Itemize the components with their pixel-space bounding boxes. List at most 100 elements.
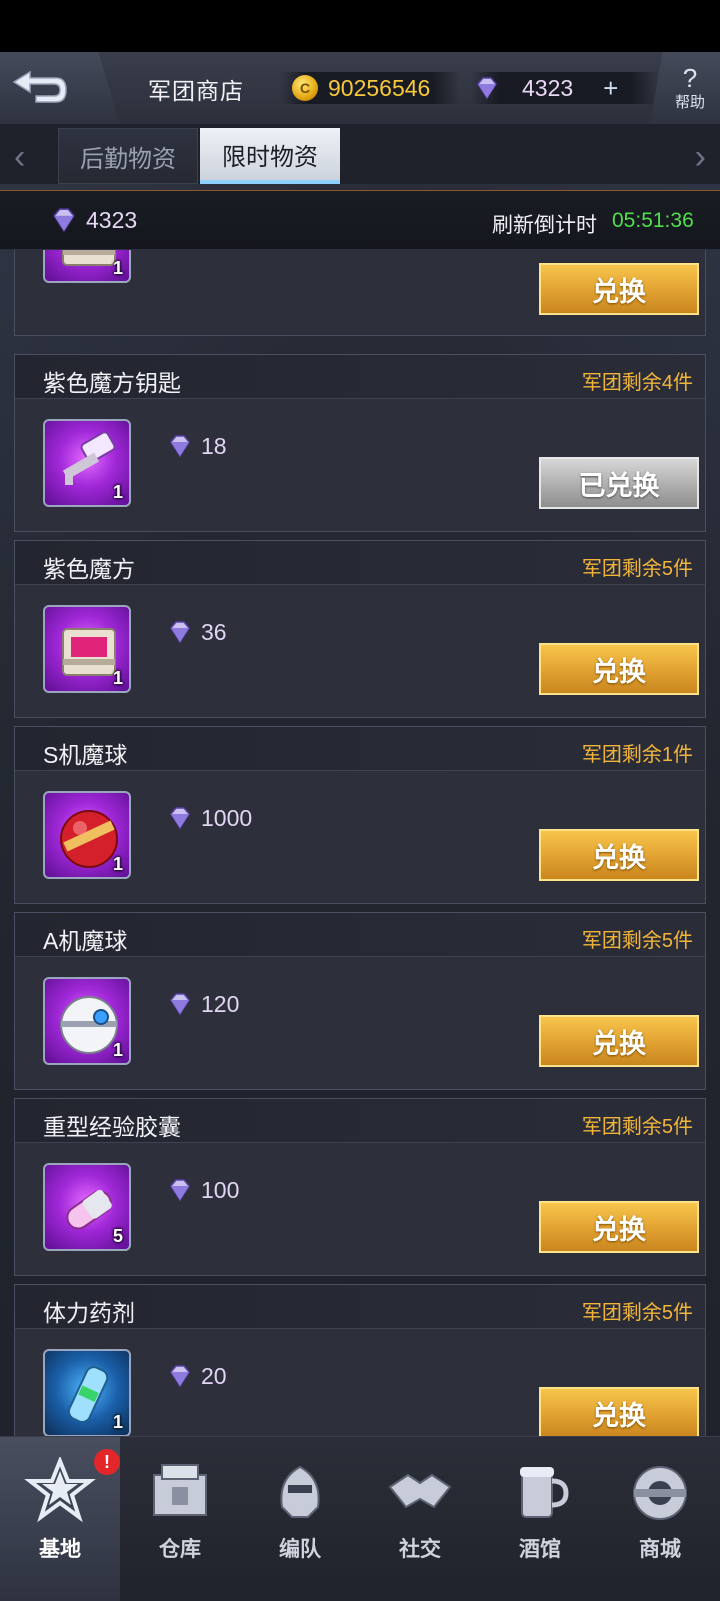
gem-amount: 4323	[522, 74, 574, 101]
redeem-button[interactable]: 兑换	[539, 643, 699, 695]
list-item: S机魔球 军团剩余1件 1 1000 兑换	[14, 726, 706, 904]
social-icon	[388, 1473, 452, 1509]
nav-label: 基地	[39, 1538, 81, 1561]
gem-counter: 4323 +	[470, 72, 660, 104]
redeemed-button[interactable]: 已兑换	[539, 457, 699, 509]
item-price: 1000	[201, 805, 253, 831]
item-price: 100	[201, 1177, 240, 1203]
page-title: 军团商店	[148, 78, 244, 104]
nav-label: 编队	[279, 1538, 321, 1561]
item-header: 紫色魔方钥匙 军团剩余4件	[15, 355, 705, 399]
redeem-button[interactable]: 兑换	[539, 829, 699, 881]
item-name: 体力药剂	[43, 1300, 135, 1326]
nav-warehouse[interactable]: 仓库	[120, 1437, 240, 1601]
item-price: 120	[201, 991, 240, 1017]
list-item: 重型经验胶囊 军团剩余5件 5 100 兑换	[14, 1098, 706, 1276]
guild-shop-screen: 军团商店 C 90256546 4323 + ? 帮助 ‹ 后勤物资 限时物资 …	[0, 52, 720, 1601]
item-stock: 军团剩余5件	[581, 1302, 693, 1324]
item-name: S机魔球	[43, 742, 128, 768]
item-quantity: 1	[112, 668, 123, 688]
refresh-label: 刷新倒计时	[492, 214, 597, 237]
list-item: A机魔球 军团剩余5件 1 120 兑换	[14, 912, 706, 1090]
tab-limited[interactable]: 限时物资	[200, 128, 340, 184]
help-icon: ?	[682, 62, 698, 93]
back-button[interactable]	[0, 52, 120, 124]
nav-social[interactable]: 社交	[360, 1437, 480, 1601]
add-gems-button[interactable]: +	[603, 73, 618, 104]
nav-label: 社交	[399, 1538, 441, 1561]
white-orb-icon: 1	[43, 977, 131, 1065]
refresh-countdown: 05:51:36	[612, 209, 694, 232]
purple-key-icon: 1	[43, 419, 131, 507]
top-header: 军团商店 C 90256546 4323 + ? 帮助	[0, 52, 720, 124]
list-item: 紫色魔方钥匙 军团剩余4件 1 18 已兑换	[14, 354, 706, 532]
redeem-button[interactable]: 兑换	[539, 263, 699, 315]
item-header: A机魔球 军团剩余5件	[15, 913, 705, 957]
nav-mall[interactable]: 商城	[600, 1437, 720, 1601]
base-icon	[24, 1457, 96, 1523]
nav-label: 仓库	[159, 1538, 201, 1561]
item-header: 体力药剂 军团剩余5件	[15, 1285, 705, 1329]
diamond-icon	[170, 621, 190, 644]
nav-base[interactable]: ! 基地	[0, 1437, 120, 1601]
purple-cube-icon: 1	[43, 250, 131, 283]
diamond-icon	[170, 807, 190, 830]
item-quantity: 1	[112, 1412, 123, 1432]
item-quantity: 5	[112, 1226, 123, 1246]
item-name: A机魔球	[43, 928, 128, 954]
item-stock: 军团剩余4件	[581, 372, 693, 394]
nav-tavern[interactable]: 酒馆	[480, 1437, 600, 1601]
redeem-button[interactable]: 兑换	[539, 1387, 699, 1436]
alert-badge: !	[94, 1449, 120, 1475]
item-list[interactable]: 1 36 兑换 紫色魔方钥匙 军团剩余4件 1 18 已兑换 紫色魔方 军团剩余…	[0, 250, 720, 1436]
item-stock: 军团剩余5件	[581, 558, 693, 580]
redeem-button[interactable]: 兑换	[539, 1015, 699, 1067]
item-name: 重型经验胶囊	[43, 1114, 181, 1140]
bottom-nav: ! 基地 仓库 编队 社交 酒馆 商城	[0, 1436, 720, 1601]
item-stock: 军团剩余5件	[581, 1116, 693, 1138]
item-price: 20	[201, 1363, 227, 1389]
redeem-button[interactable]: 兑换	[539, 1201, 699, 1253]
diamond-icon	[170, 1179, 190, 1202]
status-bar	[0, 0, 720, 52]
mall-icon	[633, 1466, 687, 1520]
tavern-icon	[520, 1467, 569, 1518]
nav-label: 商城	[639, 1538, 681, 1561]
item-stock: 军团剩余5件	[581, 930, 693, 952]
item-quantity: 1	[112, 1040, 123, 1060]
help-label: 帮助	[674, 93, 705, 111]
item-quantity: 1	[112, 482, 123, 502]
gold-coin-icon: C	[292, 75, 318, 101]
gold-counter: C 90256546	[280, 72, 460, 104]
list-item: 1 36 兑换	[14, 250, 706, 336]
diamond-icon	[477, 77, 497, 100]
list-item: 体力药剂 军团剩余5件 1 20 兑换	[14, 1284, 706, 1436]
guild-gem-balance: 4323	[86, 207, 138, 233]
item-quantity: 1	[112, 854, 123, 874]
tab-next-arrow-icon[interactable]: ›	[695, 138, 706, 177]
nav-label: 酒馆	[519, 1538, 561, 1561]
item-header: 紫色魔方 军团剩余5件	[15, 541, 705, 585]
item-header: S机魔球 军团剩余1件	[15, 727, 705, 771]
diamond-icon	[170, 993, 190, 1016]
diamond-icon	[170, 435, 190, 458]
list-item: 紫色魔方 军团剩余5件 1 36 兑换	[14, 540, 706, 718]
red-orb-icon: 1	[43, 791, 131, 879]
item-price: 36	[201, 619, 227, 645]
diamond-icon	[53, 208, 75, 233]
warehouse-icon	[153, 1464, 207, 1516]
gold-amount: 90256546	[328, 74, 431, 101]
tab-prev-arrow-icon[interactable]: ‹	[14, 138, 25, 177]
nav-squad[interactable]: 编队	[240, 1437, 360, 1601]
item-header: 重型经验胶囊 军团剩余5件	[15, 1099, 705, 1143]
purple-cube-icon: 1	[43, 605, 131, 693]
help-button[interactable]: ? 帮助	[650, 52, 720, 124]
tab-bar: ‹ 后勤物资 限时物资 ›	[0, 124, 720, 184]
item-quantity: 1	[112, 258, 123, 278]
back-arrow-icon	[12, 70, 67, 103]
tab-logistics[interactable]: 后勤物资	[58, 128, 198, 184]
item-price: 18	[201, 433, 227, 459]
diamond-icon	[170, 1365, 190, 1388]
item-stock: 军团剩余1件	[581, 744, 693, 766]
stamina-potion-icon: 1	[43, 1349, 131, 1436]
